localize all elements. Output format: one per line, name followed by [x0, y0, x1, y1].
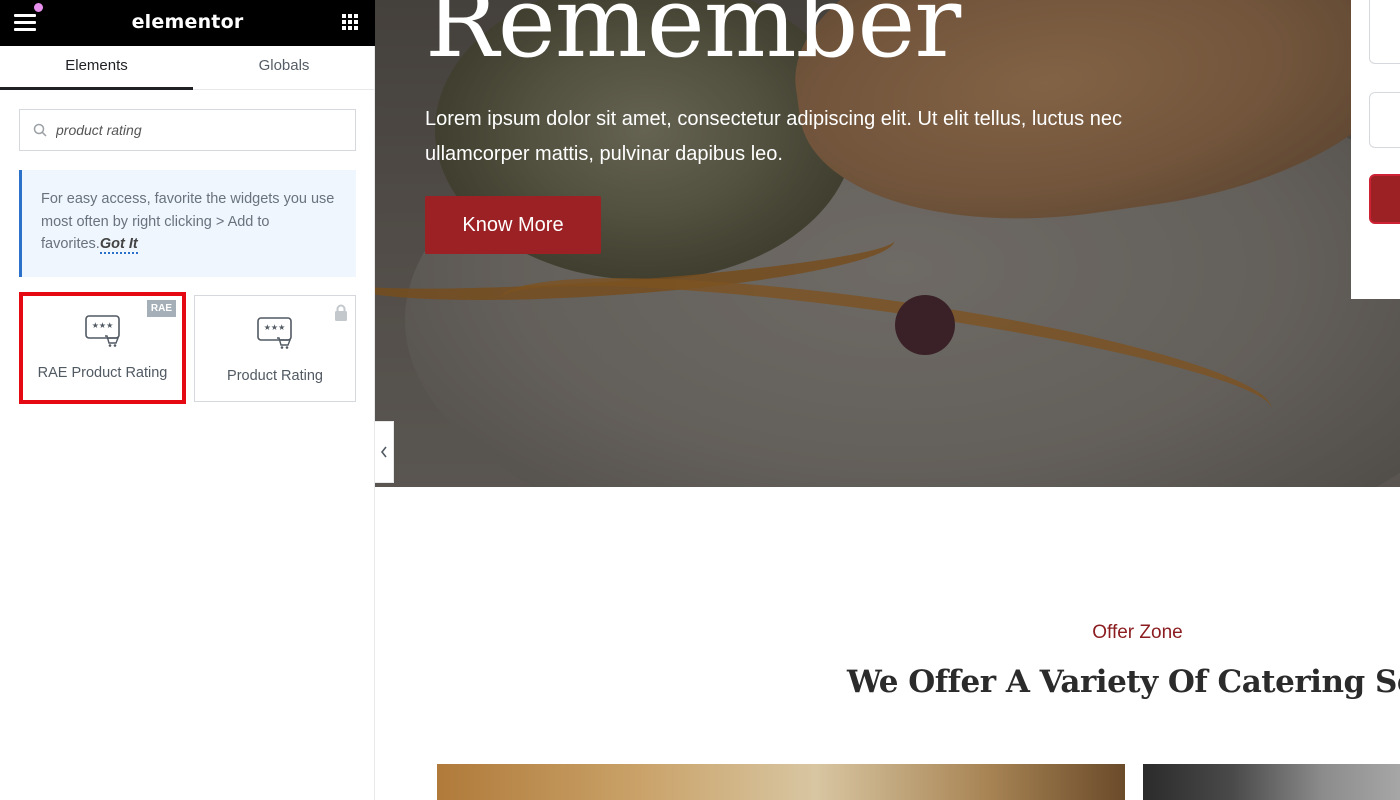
- product-rating-icon: ★★★: [84, 315, 120, 347]
- tab-elements[interactable]: Elements: [0, 46, 193, 90]
- widget-label: RAE Product Rating: [37, 365, 168, 381]
- widget-product-rating[interactable]: ★★★ Product Rating: [194, 295, 356, 402]
- tab-globals[interactable]: Globals: [193, 46, 375, 90]
- hero-section: Remember Lorem ipsum dolor sit amet, con…: [375, 0, 1400, 487]
- widget-rae-product-rating[interactable]: RAE ★★★ RAE Product Rating: [19, 292, 186, 404]
- know-more-button[interactable]: Know More: [425, 196, 601, 254]
- favorites-notice: For easy access, favorite the widgets yo…: [19, 170, 356, 277]
- svg-text:★★★: ★★★: [264, 323, 286, 332]
- got-it-link[interactable]: Got It: [99, 236, 138, 254]
- form-field[interactable]: [1369, 0, 1400, 64]
- hero-text: Lorem ipsum dolor sit amet, consectetur …: [425, 108, 1122, 165]
- page-preview: Remember Lorem ipsum dolor sit amet, con…: [375, 0, 1400, 800]
- widget-search: [19, 109, 356, 151]
- collapse-panel-button[interactable]: [375, 421, 394, 483]
- notice-text: For easy access, favorite the widgets yo…: [41, 191, 335, 252]
- search-icon: [33, 123, 47, 137]
- offer-title: We Offer A Variety Of Catering Services: [847, 664, 1400, 700]
- offer-label: Offer Zone: [1092, 622, 1183, 643]
- service-card-image: [1143, 764, 1400, 800]
- elementor-logo: elementor: [131, 11, 244, 33]
- rae-badge: RAE: [146, 300, 176, 317]
- form-submit-button[interactable]: [1369, 174, 1400, 224]
- search-input[interactable]: [56, 110, 346, 150]
- hero-title: Remember: [425, 0, 961, 80]
- chevron-left-icon: [380, 446, 387, 458]
- service-card-image: [437, 764, 1125, 800]
- form-field[interactable]: [1369, 92, 1400, 148]
- product-rating-icon: ★★★: [257, 317, 292, 349]
- widgets-grid-icon[interactable]: [342, 14, 358, 30]
- svg-text:★★★: ★★★: [91, 321, 113, 330]
- widget-label: Product Rating: [227, 368, 323, 384]
- panel-tabs: Elements Globals: [0, 46, 375, 90]
- panel-header: elementor: [0, 0, 375, 46]
- side-form-card: [1351, 0, 1400, 299]
- editor-panel: elementor Elements Globals For easy acce…: [0, 0, 375, 800]
- lock-icon: [335, 304, 347, 321]
